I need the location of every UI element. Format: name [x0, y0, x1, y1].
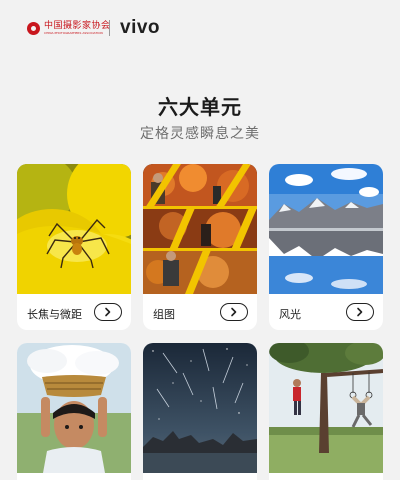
- category-card-documentary[interactable]: [269, 343, 383, 480]
- chevron-right-icon: [231, 307, 237, 317]
- chevron-right-icon: [357, 307, 363, 317]
- cpa-name-en: CHINA PHOTOGRAPHERS ASSOCIATION: [44, 31, 103, 35]
- tree-swing-gymnasts-image: [269, 343, 383, 473]
- vivo-logo: vivo: [120, 17, 161, 38]
- category-card-telephoto-macro[interactable]: 长焦与微距: [17, 164, 131, 330]
- cpa-logo: 中国摄影家协会 CHINA PHOTOGRAPHERS ASSOCIATION: [27, 22, 111, 35]
- card-label: 长焦与微距: [27, 308, 82, 321]
- cpa-emblem-icon: [27, 22, 40, 35]
- page-title: 六大单元: [158, 95, 242, 119]
- night-sky-meteors-image: [143, 343, 257, 473]
- child-with-basket-image: [17, 343, 131, 473]
- card-go-button[interactable]: [94, 303, 122, 321]
- logo-divider: [109, 20, 110, 36]
- page-subtitle: 定格灵感瞬息之美: [140, 126, 260, 142]
- mountain-lake-reflection-image: [269, 164, 383, 294]
- cpa-logo-text: 中国摄影家协会 CHINA PHOTOGRAPHERS ASSOCIATION: [44, 22, 111, 35]
- category-card-photo-series[interactable]: 组图: [143, 164, 257, 330]
- top-bar: 中国摄影家协会 CHINA PHOTOGRAPHERS ASSOCIATION …: [0, 0, 400, 60]
- category-card-portrait[interactable]: [17, 343, 131, 480]
- photo-collage-image: [143, 164, 257, 294]
- chevron-right-icon: [105, 307, 111, 317]
- card-go-button[interactable]: [220, 303, 248, 321]
- cpa-name-cn: 中国摄影家协会: [44, 21, 111, 31]
- card-label: 风光: [279, 308, 301, 321]
- card-label: 组图: [153, 308, 175, 321]
- card-go-button[interactable]: [346, 303, 374, 321]
- category-card-landscape[interactable]: 风光: [269, 164, 383, 330]
- yellow-flower-spider-image: [17, 164, 131, 294]
- category-card-night-sky[interactable]: [143, 343, 257, 480]
